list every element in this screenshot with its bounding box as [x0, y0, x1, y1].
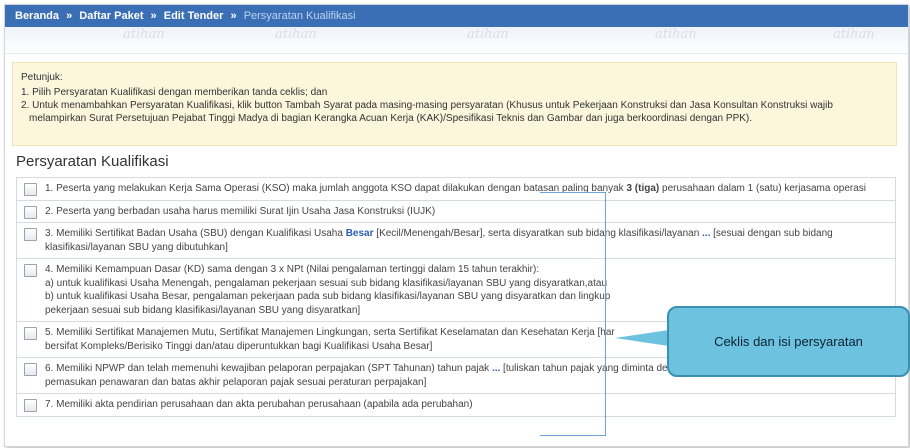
requirement-text: 7. Memiliki akta pendirian perusahaan da… — [45, 399, 473, 410]
requirement-bold-value: 3 (tiga) — [626, 183, 660, 194]
annotation-callout: Ceklis dan isi persyaratan — [667, 306, 910, 377]
watermark-text: atihan — [467, 27, 509, 42]
requirement-checkbox[interactable] — [24, 183, 37, 196]
requirement-checkbox[interactable] — [24, 327, 37, 340]
instructions-title: Petunjuk: — [21, 72, 63, 83]
requirement-item: 1. Peserta yang melakukan Kerja Sama Ope… — [16, 177, 896, 200]
breadcrumb-current: Persyaratan Kualifikasi — [243, 10, 356, 22]
requirement-text: 4. Memiliki Kemampuan Dasar (KD) sama de… — [45, 264, 540, 275]
requirement-checkbox[interactable] — [24, 205, 37, 219]
requirement-text: b) untuk kualifikasi Usaha Besar, pengal… — [45, 291, 611, 302]
instructions-line: melampirkan Surat Persetujuan Pejabat Ti… — [29, 113, 753, 124]
requirements-list: 1. Peserta yang melakukan Kerja Sama Ope… — [16, 177, 896, 417]
instructions-line: 2. Untuk menambahkan Persyaratan Kualifi… — [21, 100, 833, 111]
requirement-checkbox[interactable] — [24, 363, 37, 376]
requirement-text: a) untuk kualifikasi Usaha Menengah, pen… — [45, 277, 608, 289]
watermark-text: atihan — [275, 27, 317, 42]
requirement-checkbox[interactable] — [24, 264, 37, 277]
instructions-box: Petunjuk: 1. Pilih Persyaratan Kualifika… — [12, 62, 897, 146]
breadcrumb-packages-link[interactable]: Daftar Paket — [79, 10, 143, 22]
breadcrumb-separator: » — [230, 10, 237, 22]
requirement-text: [Kecil/Menengah/Besar], serta disyaratka… — [373, 228, 703, 239]
callout-text: Ceklis dan isi persyaratan — [714, 334, 863, 349]
requirement-checkbox[interactable] — [24, 228, 37, 241]
requirement-text: pemasukan penawaran dan batas akhir pela… — [45, 376, 427, 388]
annotation-bracket-line — [540, 192, 606, 193]
requirement-text: 3. Memiliki Sertifikat Badan Usaha (SBU)… — [45, 228, 346, 239]
requirement-item: 2. Peserta yang berbadan usaha harus mem… — [16, 199, 896, 222]
watermark-text: atihan — [123, 27, 165, 42]
watermark-banner: atihan atihan atihan atihan atihan — [5, 27, 908, 54]
breadcrumb-home-link[interactable]: Beranda — [15, 10, 59, 22]
breadcrumb-separator: » — [66, 10, 73, 22]
callout-pointer — [615, 330, 669, 346]
watermark-text: atihan — [655, 27, 697, 42]
requirement-checkbox[interactable] — [24, 399, 37, 412]
breadcrumb-edit-link[interactable]: Edit Tender — [164, 10, 224, 22]
watermark-text: atihan — [833, 27, 875, 42]
requirement-item: 7. Memiliki akta pendirian perusahaan da… — [16, 393, 896, 417]
requirement-text: 2. Peserta yang berbadan usaha harus mem… — [45, 205, 436, 217]
annotation-bracket-line — [540, 435, 606, 436]
instructions-line: 1. Pilih Persyaratan Kualifikasi dengan … — [21, 87, 328, 98]
qualification-select[interactable]: Besar — [346, 228, 374, 239]
breadcrumb: Beranda » Daftar Paket » Edit Tender » P… — [5, 5, 908, 27]
section-title: Persyaratan Kualifikasi — [16, 153, 169, 170]
annotation-bracket-line — [605, 192, 606, 435]
requirement-text: 6. Memiliki NPWP dan telah memenuhi kewa… — [45, 363, 492, 374]
requirement-text: perusahaan dalam 1 (satu) kerjasama oper… — [659, 183, 867, 194]
breadcrumb-separator: » — [150, 10, 157, 22]
requirement-item: 3. Memiliki Sertifikat Badan Usaha (SBU)… — [16, 222, 896, 258]
